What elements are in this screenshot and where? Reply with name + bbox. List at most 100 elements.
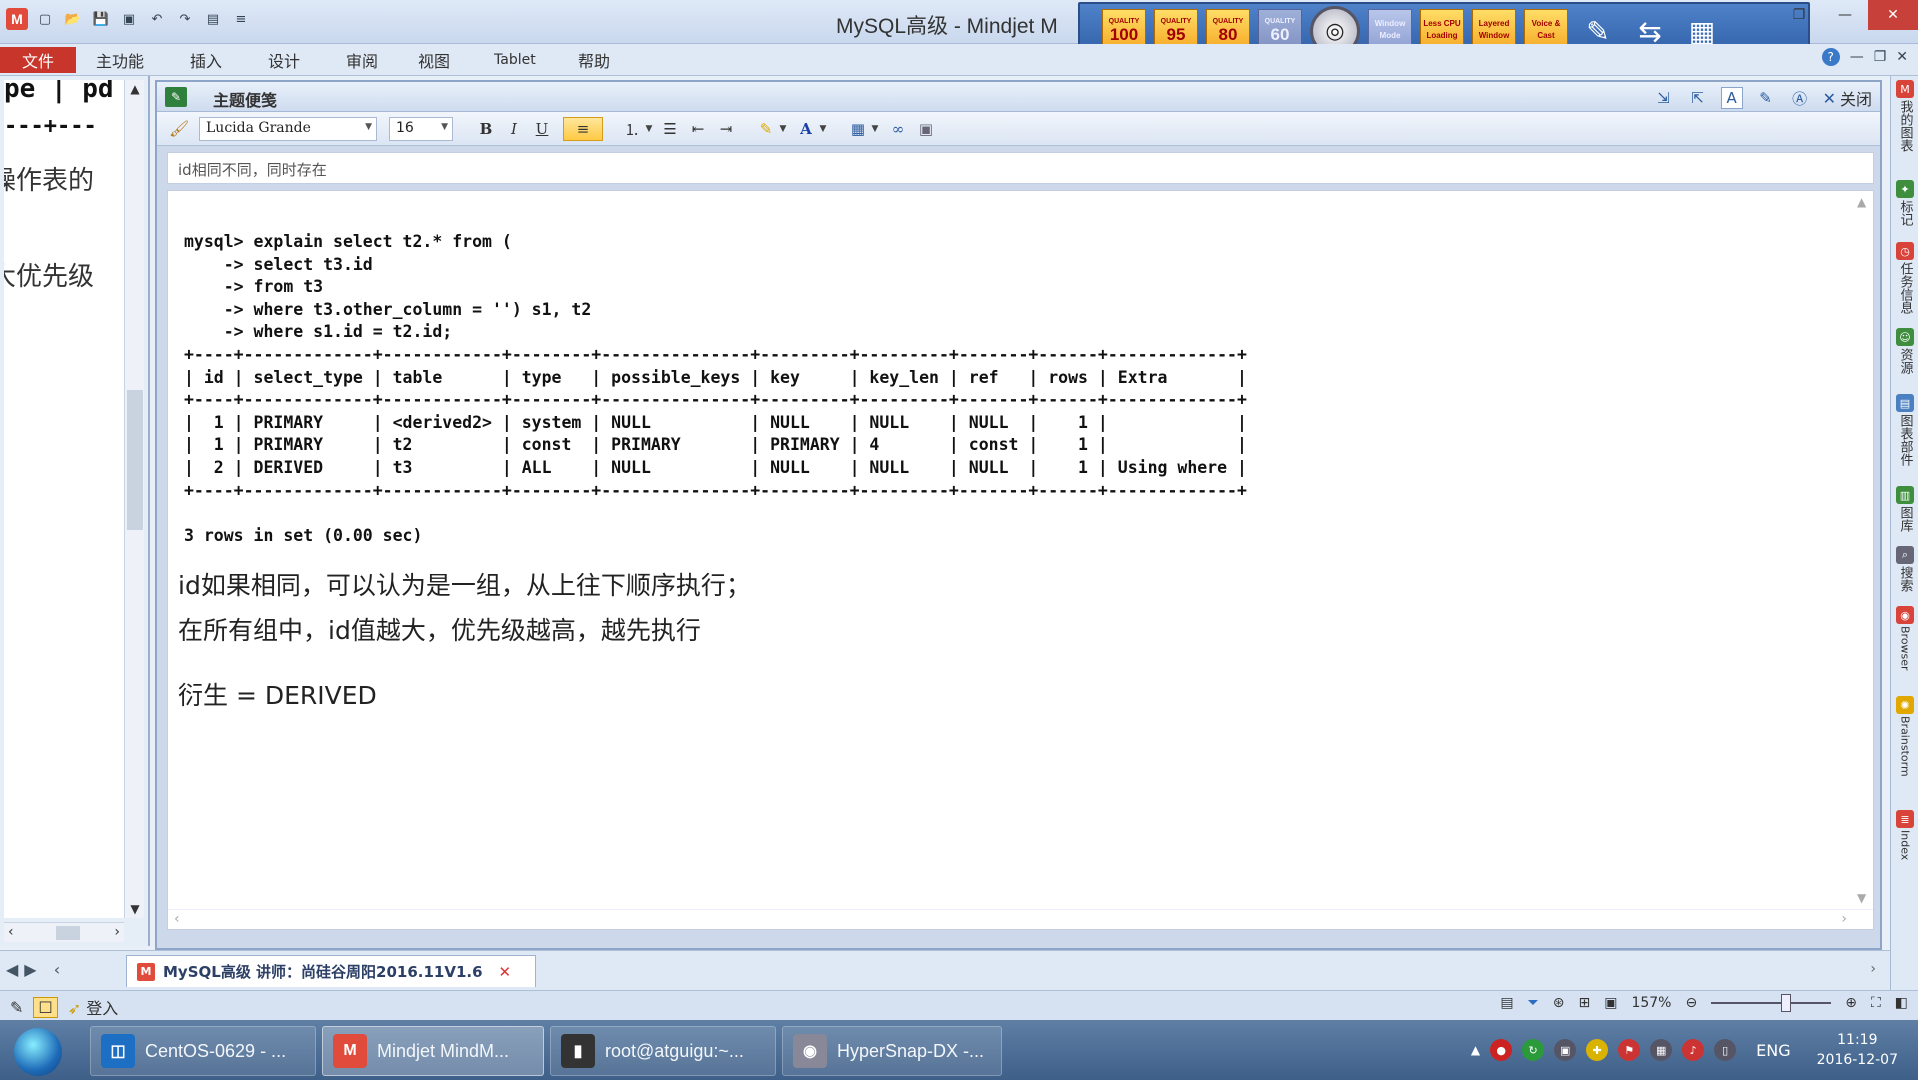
- app-tray-icon[interactable]: ✚: [1586, 1039, 1609, 1061]
- ribbon-close-icon[interactable]: ✕: [1896, 49, 1908, 65]
- format-painter-icon[interactable]: 🖌: [169, 119, 189, 138]
- tab-insert[interactable]: 插入: [180, 47, 232, 73]
- font-color-icon[interactable]: A: [793, 117, 819, 141]
- fit-map-icon[interactable]: ⊞: [1578, 995, 1590, 1011]
- dock-map-parts[interactable]: ▤ 图表部件: [1892, 394, 1918, 466]
- edit-mode-icon[interactable]: ✎: [1755, 87, 1777, 109]
- scroll-thumb[interactable]: [56, 926, 80, 940]
- chevron-down-icon[interactable]: ▼: [817, 117, 829, 141]
- customize-qat-icon[interactable]: ≡: [230, 8, 252, 30]
- tab-navigation-arrows[interactable]: ◀▶ ‹: [6, 960, 66, 979]
- scroll-right-icon[interactable]: ›: [114, 924, 120, 940]
- undo-icon[interactable]: ↶: [146, 8, 168, 30]
- show-hidden-icons[interactable]: ▲: [1471, 1043, 1480, 1057]
- taskbar-item-centos[interactable]: ◫ CentOS-0629 - ...: [90, 1026, 316, 1076]
- scroll-left-icon[interactable]: ‹: [8, 924, 14, 940]
- clear-format-icon[interactable]: Ⓐ: [1789, 87, 1811, 109]
- tab-tablet[interactable]: Tablet: [484, 47, 546, 73]
- insert-table-icon[interactable]: ▦: [845, 117, 871, 141]
- map-horizontal-scrollbar[interactable]: ‹ ›: [4, 922, 124, 942]
- save-all-icon[interactable]: ▣: [118, 8, 140, 30]
- new-file-icon[interactable]: ▢: [34, 8, 56, 30]
- insert-image-icon[interactable]: ▣: [913, 117, 939, 141]
- dock-brainstorm[interactable]: ✺ Brainstorm: [1892, 696, 1918, 777]
- ribbon-restore-icon[interactable]: ❐: [1874, 49, 1887, 65]
- power-tray-icon[interactable]: ▯: [1714, 1039, 1737, 1061]
- tab-view[interactable]: 视图: [408, 47, 460, 73]
- update-tray-icon[interactable]: ↻: [1522, 1039, 1545, 1061]
- dock-markers[interactable]: ✦ 标记: [1892, 180, 1918, 226]
- tab-design[interactable]: 设计: [258, 47, 310, 73]
- dock-search[interactable]: ⌕ 搜索: [1892, 546, 1918, 592]
- dock-index[interactable]: ≣ Index: [1892, 810, 1918, 860]
- text-mode-icon[interactable]: A: [1720, 87, 1743, 109]
- indent-icon[interactable]: ⇥: [713, 117, 739, 141]
- underline-button[interactable]: U: [529, 117, 555, 141]
- dock-browser[interactable]: ◉ Browser: [1892, 606, 1918, 671]
- zoom-slider[interactable]: [1711, 994, 1832, 1012]
- italic-button[interactable]: I: [501, 117, 527, 141]
- help-doc-icon[interactable]: ▤: [202, 8, 224, 30]
- device-tray-icon[interactable]: ▣: [1554, 1039, 1577, 1061]
- font-family-select[interactable]: Lucida Grande ▼: [199, 117, 377, 141]
- scroll-right-icon[interactable]: ›: [1841, 911, 1847, 927]
- outdent-icon[interactable]: ⇤: [685, 117, 711, 141]
- map-canvas[interactable]: pe | pd ---+--- 操作表的 大优先级: [4, 80, 124, 918]
- map-vertical-scrollbar[interactable]: ▲ ▼: [124, 80, 144, 918]
- fit-window-icon[interactable]: ⛶: [1871, 995, 1881, 1011]
- close-tab-icon[interactable]: ✕: [499, 963, 512, 981]
- numbered-list-icon[interactable]: ⒈: [619, 117, 645, 141]
- volume-muted-icon[interactable]: ♪: [1682, 1039, 1705, 1061]
- restore-button[interactable]: ❐: [1776, 0, 1822, 30]
- start-button[interactable]: [14, 1028, 62, 1076]
- dock-my-maps[interactable]: M 我的图表: [1892, 80, 1918, 152]
- network-tray-icon[interactable]: ▦: [1650, 1039, 1673, 1061]
- tab-help[interactable]: 帮助: [568, 47, 620, 73]
- taskbar-item-terminal[interactable]: ▮ root@atguigu:~...: [550, 1026, 776, 1076]
- notes-editor[interactable]: mysql> explain select t2.* from ( -> sel…: [167, 190, 1874, 930]
- scroll-up-icon[interactable]: ▲: [1857, 195, 1866, 209]
- tab-review[interactable]: 审阅: [336, 47, 388, 73]
- dock-library[interactable]: ▥ 图库: [1892, 486, 1918, 532]
- zoom-out-icon[interactable]: ⊖: [1685, 995, 1697, 1011]
- fit-page-icon[interactable]: ▣: [1604, 995, 1617, 1011]
- note-title-field[interactable]: id相同不同，同时存在: [167, 152, 1874, 184]
- system-clock[interactable]: 11:19 2016-12-07: [1817, 1030, 1898, 1070]
- tab-scroll-right-icon[interactable]: ›: [1870, 961, 1876, 977]
- open-folder-icon[interactable]: 📂: [62, 8, 84, 30]
- layout-icon[interactable]: ◧: [1895, 995, 1908, 1011]
- redo-icon[interactable]: ↷: [174, 8, 196, 30]
- scroll-thumb[interactable]: [127, 390, 143, 530]
- minimize-button[interactable]: —: [1822, 0, 1868, 30]
- scroll-up-icon[interactable]: ▲: [127, 82, 143, 96]
- tab-home[interactable]: 主功能: [86, 47, 154, 73]
- bold-button[interactable]: B: [473, 117, 499, 141]
- insert-link-icon[interactable]: ∞: [885, 117, 911, 141]
- page-icon[interactable]: ▤: [1500, 995, 1513, 1011]
- taskbar-item-hypersnap[interactable]: ◉ HyperSnap-DX -...: [782, 1026, 1002, 1076]
- chevron-down-icon[interactable]: ▼: [869, 117, 881, 141]
- app-logo-icon[interactable]: M: [6, 8, 28, 30]
- ribbon-minimize-icon[interactable]: —: [1850, 49, 1864, 65]
- scroll-down-icon[interactable]: ▼: [127, 902, 143, 916]
- close-notes-button[interactable]: ✕ 关闭: [1823, 86, 1872, 110]
- pencil-icon[interactable]: ✎: [10, 998, 23, 1017]
- bullet-list-icon[interactable]: ☰: [657, 117, 683, 141]
- input-language[interactable]: ENG: [1756, 1041, 1790, 1060]
- chevron-down-icon[interactable]: ▼: [643, 117, 655, 141]
- chevron-down-icon[interactable]: ▼: [777, 117, 789, 141]
- zoom-slider-thumb[interactable]: [1781, 994, 1792, 1012]
- align-left-button[interactable]: ≡: [563, 117, 603, 141]
- login-button[interactable]: ➶ 登入: [68, 995, 119, 1019]
- editor-vertical-scrollbar[interactable]: ▲ ▼: [1853, 191, 1873, 929]
- notes-toggle-icon[interactable]: ☐: [33, 996, 58, 1018]
- tab-file[interactable]: 文件: [0, 47, 76, 73]
- zoom-in-icon[interactable]: ⊕: [1845, 995, 1857, 1011]
- flag-tray-icon[interactable]: ⚑: [1618, 1039, 1641, 1061]
- highlight-color-icon[interactable]: ✎: [753, 117, 779, 141]
- close-window-button[interactable]: ✕: [1868, 0, 1918, 30]
- scroll-left-icon[interactable]: ‹: [174, 911, 180, 927]
- editor-horizontal-scrollbar[interactable]: ‹ ›: [168, 909, 1873, 929]
- taskbar-item-mindjet[interactable]: M Mindjet MindM...: [322, 1026, 544, 1076]
- scroll-down-icon[interactable]: ▼: [1857, 891, 1866, 905]
